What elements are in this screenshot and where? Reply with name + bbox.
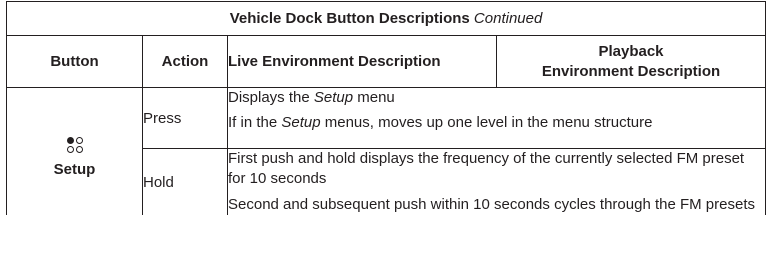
table-header-row: Button Action Live Environment Descripti…	[6, 35, 766, 88]
table-title-row: Vehicle Dock Button Descriptions Continu…	[6, 1, 766, 36]
description-hold-line2: Second and subsequent push within 10 sec…	[228, 196, 755, 213]
button-cell-setup: Setup	[6, 87, 143, 215]
description-press: Displays the Setup menu If in the Setup …	[227, 87, 766, 149]
table-title-continued: Continued	[473, 10, 543, 27]
action-press: Press	[142, 87, 228, 149]
description-hold-line1: First push and hold displays the frequen…	[228, 150, 745, 187]
setup-four-dots-icon	[66, 137, 83, 153]
button-descriptions-table: Vehicle Dock Button Descriptions Continu…	[6, 1, 766, 215]
description-hold: First push and hold displays the frequen…	[227, 148, 766, 215]
table-title-main: Vehicle Dock Button Descriptions	[229, 10, 470, 27]
description-press-line2: If in the Setup menus, moves up one leve…	[228, 114, 653, 131]
table-title: Vehicle Dock Button Descriptions Continu…	[6, 1, 766, 36]
action-hold: Hold	[142, 148, 228, 215]
header-button: Button	[6, 35, 143, 88]
header-playback-line1: Playback	[598, 42, 664, 60]
button-label-setup: Setup	[53, 161, 96, 178]
header-action: Action	[142, 35, 228, 88]
header-playback-line2: Environment Description	[541, 62, 721, 80]
header-playback-environment: Playback Environment Description	[496, 35, 766, 88]
header-live-environment: Live Environment Description	[227, 35, 497, 88]
table-row-press: Setup Press Displays the Setup menu If i…	[6, 87, 766, 215]
description-press-line1: Displays the Setup menu	[228, 89, 395, 106]
